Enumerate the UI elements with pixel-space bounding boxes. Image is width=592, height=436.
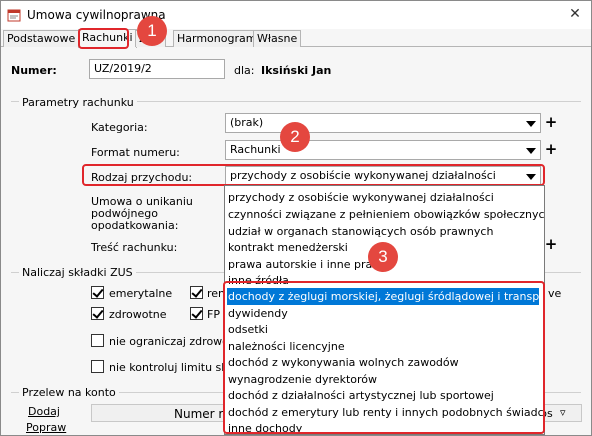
tab-wlasne[interactable]: Własne [253,30,302,47]
number-input[interactable]: UZ/2019/2 [89,59,225,79]
format-select[interactable]: Rachunki [225,140,541,160]
emerytalne-checkbox[interactable] [91,286,104,299]
format-value: Rachunki [230,143,281,156]
number-value: UZ/2019/2 [94,62,152,75]
wypadkowe-label: ve [548,287,562,300]
list-item[interactable]: kontrakt menedżerski [227,239,348,256]
format-label: Format numeru: [91,146,180,159]
chevron-down-icon [526,148,536,154]
chevron-down-icon [526,121,536,127]
zus-section-title: Naliczaj składki ZUS [19,266,136,279]
kategoria-select[interactable]: (brak) [225,113,541,133]
app-icon [7,9,21,22]
emerytalne-label: emerytalne [109,287,173,300]
highlight-new-items [223,281,545,434]
list-item[interactable]: udział w organach stanowiących osób praw… [227,223,493,240]
rentowe-checkbox[interactable] [190,286,203,299]
add-tresc-button[interactable]: + [544,235,558,255]
list-item[interactable]: prawa autorskie i inne prawa [227,256,388,273]
nie-ograniczaj-checkbox[interactable] [91,334,104,347]
for-label: dla: [234,64,255,77]
highlight-rodzaj [82,164,545,186]
fp-checkbox[interactable] [190,307,203,320]
zdrowotne-checkbox[interactable] [91,307,104,320]
title-bar: Umowa cywilnoprawna ✕ [1,1,591,29]
badge-2: 2 [280,122,310,152]
params-section-title: Parametry rachunku [19,96,137,109]
add-format-button[interactable]: + [544,140,558,160]
kategoria-value: (brak) [230,116,264,129]
umowa-label-line3: opodatkowania: [91,219,179,232]
fp-label: FP [207,308,220,321]
for-value: Iksiński Jan [261,64,332,77]
tab-harmonogram[interactable]: Harmonogram [173,30,261,47]
badge-1: 1 [137,16,167,46]
list-item[interactable]: przychody z osobiście wykonywanej działa… [227,189,494,206]
popraw-link[interactable]: Popraw [26,421,66,434]
zdrowotne-label: zdrowotne [109,308,167,321]
highlight-tab-rachunki [78,28,129,49]
dodaj-link[interactable]: Dodaj [28,405,60,418]
dialog-window: Umowa cywilnoprawna ✕ Podstawowe Rachunk… [0,0,592,436]
number-label: Numer: [11,64,57,77]
filter-icon[interactable]: ▿ [560,406,566,419]
close-icon[interactable]: ✕ [565,4,585,24]
przelew-section-title: Przelew na konto [19,386,119,399]
badge-3: 3 [368,242,398,272]
add-kategoria-button[interactable]: + [544,113,558,133]
list-item[interactable]: czynności związane z pełnieniem obowiązk… [227,206,544,223]
tab-podstawowe[interactable]: Podstawowe [3,30,80,47]
nie-kontroluj-checkbox[interactable] [91,360,104,373]
kategoria-label: Kategoria: [91,121,148,134]
tresc-label: Treść rachunku: [91,241,178,254]
